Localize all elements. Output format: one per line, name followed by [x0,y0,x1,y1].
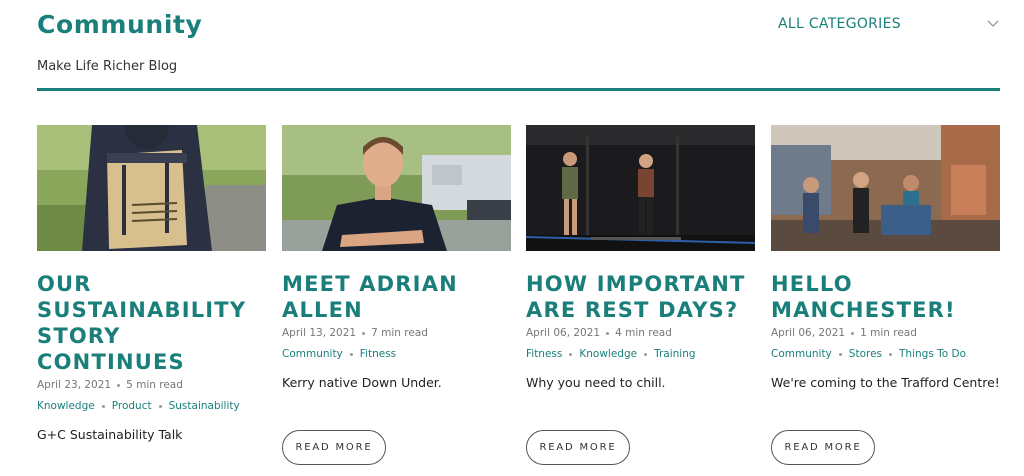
post-thumbnail[interactable] [526,125,755,251]
post-title[interactable]: MEET ADRIAN ALLEN [282,271,511,323]
post-meta: April 13, 2021 7 min read [282,327,511,339]
chevron-down-icon [987,20,999,27]
post-date: April 06, 2021 [771,327,846,339]
separator-dot [158,404,162,408]
header-divider [37,88,1000,91]
post-date: April 13, 2021 [282,327,357,339]
post-meta: April 23, 2021 5 min read [37,379,266,391]
page-subtitle: Make Life Richer Blog [37,59,178,74]
tag-link[interactable]: Community [771,348,832,360]
post-date: April 06, 2021 [526,327,601,339]
read-more-button[interactable]: READ MORE [526,430,630,465]
separator-dot [349,352,353,356]
post-tags: Knowledge Product Sustainability [37,400,266,412]
tag-link[interactable]: Product [112,400,152,412]
post-meta: April 06, 2021 1 min read [771,327,1000,339]
read-more-button[interactable]: READ MORE [771,430,875,465]
tag-link[interactable]: Knowledge [37,400,95,412]
post-date: April 23, 2021 [37,379,112,391]
separator-dot [851,331,855,335]
separator-dot [606,331,610,335]
separator-dot [889,352,893,356]
tag-link[interactable]: Sustainability [169,400,240,412]
tag-link[interactable]: Things To Do [899,348,966,360]
post-thumbnail[interactable] [771,125,1000,251]
post-read-time: 4 min read [615,327,672,339]
post-card: HOW IMPORTANT ARE REST DAYS? April 06, 2… [526,125,755,390]
category-select-value: ALL CATEGORIES [778,16,901,32]
post-excerpt: Why you need to chill. [526,375,666,390]
separator-dot [117,383,121,387]
separator-dot [644,352,648,356]
post-read-time: 5 min read [126,379,183,391]
post-card: OUR SUSTAINABILITY STORY CONTINUES April… [37,125,266,442]
post-title[interactable]: OUR SUSTAINABILITY STORY CONTINUES [37,271,266,375]
post-meta: April 06, 2021 4 min read [526,327,755,339]
post-tags: Community Fitness [282,348,511,360]
post-title[interactable]: HOW IMPORTANT ARE REST DAYS? [526,271,755,323]
tag-link[interactable]: Community [282,348,343,360]
separator-dot [569,352,573,356]
post-excerpt: G+C Sustainability Talk [37,427,183,442]
post-excerpt: Kerry native Down Under. [282,375,442,390]
post-thumbnail[interactable] [37,125,266,251]
post-card: MEET ADRIAN ALLEN April 13, 2021 7 min r… [282,125,511,390]
tag-link[interactable]: Training [654,348,695,360]
separator-dot [838,352,842,356]
read-more-button[interactable]: READ MORE [282,430,386,465]
post-excerpt: We're coming to the Trafford Centre! [771,375,1000,390]
tag-link[interactable]: Knowledge [579,348,637,360]
post-thumbnail[interactable] [282,125,511,251]
tag-link[interactable]: Fitness [360,348,396,360]
separator-dot [362,331,366,335]
post-tags: Fitness Knowledge Training [526,348,755,360]
post-read-time: 1 min read [860,327,917,339]
post-read-time: 7 min read [371,327,428,339]
separator-dot [101,404,105,408]
post-title[interactable]: HELLO MANCHESTER! [771,271,1000,323]
category-select[interactable]: ALL CATEGORIES [778,12,1000,36]
tag-link[interactable]: Stores [849,348,882,360]
post-card: HELLO MANCHESTER! April 06, 2021 1 min r… [771,125,1000,390]
tag-link[interactable]: Fitness [526,348,562,360]
post-tags: Community Stores Things To Do [771,348,1000,360]
page-title: Community [37,10,203,39]
